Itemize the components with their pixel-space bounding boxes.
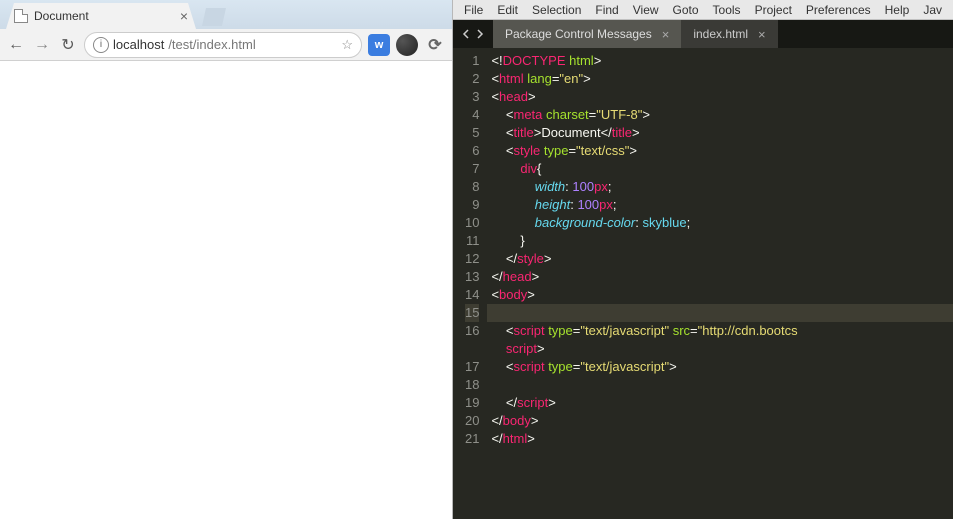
- editor-tab-label: Package Control Messages: [505, 27, 652, 41]
- code-line[interactable]: </body>: [487, 412, 953, 430]
- close-icon[interactable]: ×: [662, 27, 670, 42]
- site-info-icon[interactable]: i: [93, 37, 109, 53]
- browser-window: Document × ← → ↻ i localhost/test/index.…: [0, 0, 453, 519]
- code-line[interactable]: <head>: [487, 88, 953, 106]
- url-path: /test/index.html: [168, 37, 255, 52]
- line-number: 21: [465, 430, 479, 448]
- extension-w-icon[interactable]: w: [368, 34, 390, 56]
- menu-item-help[interactable]: Help: [878, 1, 917, 19]
- line-number: 18: [465, 376, 479, 394]
- line-number: 11: [465, 232, 479, 250]
- line-number: 7: [465, 160, 479, 178]
- line-number: 15: [465, 304, 479, 322]
- editor-tab[interactable]: Package Control Messages ×: [493, 20, 681, 48]
- line-number: 12: [465, 250, 479, 268]
- code-line[interactable]: background-color: skyblue;: [487, 214, 953, 232]
- line-number: 6: [465, 142, 479, 160]
- code-line[interactable]: <script type="text/javascript" src="http…: [487, 322, 953, 340]
- menu-item-project[interactable]: Project: [748, 1, 799, 19]
- code-line[interactable]: div{: [487, 160, 953, 178]
- line-number: 5: [465, 124, 479, 142]
- code-area[interactable]: 123456789101112131415161718192021 <!DOCT…: [453, 48, 953, 519]
- reload-button[interactable]: ↻: [58, 35, 78, 55]
- code-line[interactable]: <!DOCTYPE html>: [487, 52, 953, 70]
- line-number: 17: [465, 358, 479, 376]
- line-number: 4: [465, 106, 479, 124]
- line-number: 3: [465, 88, 479, 106]
- editor-menubar: FileEditSelectionFindViewGotoToolsProjec…: [453, 0, 953, 20]
- line-number: 16: [465, 322, 479, 340]
- menu-item-preferences[interactable]: Preferences: [799, 1, 878, 19]
- browser-viewport[interactable]: [0, 61, 452, 519]
- forward-button[interactable]: →: [32, 35, 52, 55]
- code-line[interactable]: </script>: [487, 394, 953, 412]
- line-number: 14: [465, 286, 479, 304]
- menu-item-file[interactable]: File: [457, 1, 490, 19]
- code-line[interactable]: <style type="text/css">: [487, 142, 953, 160]
- code-source[interactable]: <!DOCTYPE html><html lang="en"><head> <m…: [487, 48, 953, 519]
- menu-item-view[interactable]: View: [626, 1, 666, 19]
- editor-tab-label: index.html: [693, 27, 748, 41]
- code-line[interactable]: [487, 376, 953, 394]
- tab-nav-arrows[interactable]: [453, 20, 493, 48]
- code-line[interactable]: </style>: [487, 250, 953, 268]
- code-line[interactable]: </html>: [487, 430, 953, 448]
- code-line[interactable]: </head>: [487, 268, 953, 286]
- line-number: 13: [465, 268, 479, 286]
- code-line[interactable]: <body>: [487, 286, 953, 304]
- browser-tab[interactable]: Document ×: [6, 3, 196, 29]
- menu-item-jav[interactable]: Jav: [916, 1, 949, 19]
- code-line[interactable]: <title>Document</title>: [487, 124, 953, 142]
- chevron-right-icon: [475, 29, 485, 39]
- line-number: 8: [465, 178, 479, 196]
- document-icon: [14, 9, 28, 23]
- editor-tabbar: Package Control Messages × index.html ×: [453, 20, 953, 48]
- code-line[interactable]: width: 100px;: [487, 178, 953, 196]
- code-line[interactable]: }: [487, 232, 953, 250]
- bookmark-star-icon[interactable]: ☆: [341, 37, 353, 53]
- line-number: 19: [465, 394, 479, 412]
- code-line[interactable]: <meta charset="UTF-8">: [487, 106, 953, 124]
- menu-item-selection[interactable]: Selection: [525, 1, 588, 19]
- menu-item-tools[interactable]: Tools: [706, 1, 748, 19]
- extension-spiral-icon[interactable]: [396, 34, 418, 56]
- menu-item-find[interactable]: Find: [588, 1, 625, 19]
- menu-item-edit[interactable]: Edit: [490, 1, 525, 19]
- line-number: [465, 340, 479, 358]
- editor-window: FileEditSelectionFindViewGotoToolsProjec…: [453, 0, 953, 519]
- line-number: 10: [465, 214, 479, 232]
- code-line[interactable]: <html lang="en">: [487, 70, 953, 88]
- tab-title: Document: [34, 9, 89, 23]
- close-icon[interactable]: ×: [180, 9, 188, 23]
- extension-refresh-icon[interactable]: ⟳: [424, 34, 446, 56]
- browser-tabstrip: Document ×: [0, 0, 452, 29]
- line-number: 1: [465, 52, 479, 70]
- code-line[interactable]: height: 100px;: [487, 196, 953, 214]
- menu-item-goto[interactable]: Goto: [666, 1, 706, 19]
- line-gutter: 123456789101112131415161718192021: [453, 48, 487, 519]
- browser-toolbar: ← → ↻ i localhost/test/index.html ☆ w ⟳: [0, 29, 452, 61]
- line-number: 2: [465, 70, 479, 88]
- close-icon[interactable]: ×: [758, 27, 766, 42]
- url-host: localhost: [113, 37, 164, 52]
- code-line[interactable]: <script type="text/javascript">: [487, 358, 953, 376]
- chevron-left-icon: [461, 29, 471, 39]
- back-button[interactable]: ←: [6, 35, 26, 55]
- new-tab-button[interactable]: [202, 8, 226, 26]
- line-number: 9: [465, 196, 479, 214]
- line-number: 20: [465, 412, 479, 430]
- address-bar[interactable]: i localhost/test/index.html ☆: [84, 32, 362, 58]
- code-line[interactable]: [487, 304, 953, 322]
- code-line[interactable]: script>: [487, 340, 953, 358]
- editor-tab[interactable]: index.html ×: [681, 20, 777, 48]
